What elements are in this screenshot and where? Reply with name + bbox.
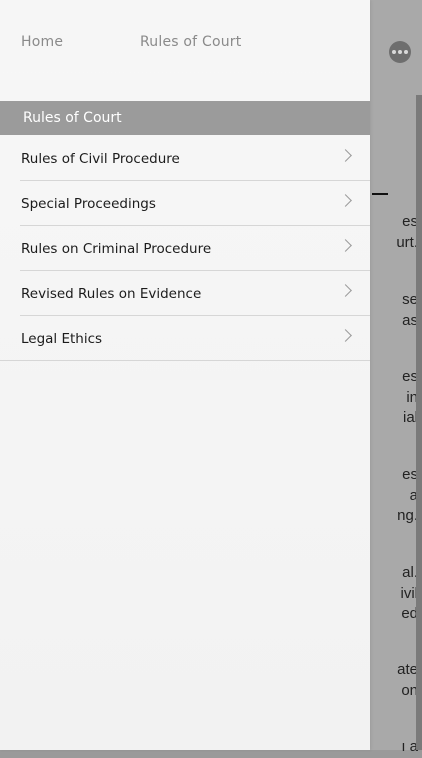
background-text: ı a	[401, 738, 418, 755]
background-scrollbar[interactable]	[416, 95, 422, 750]
background-text: al. ivil ed	[400, 564, 419, 622]
menu-item-label: Rules of Civil Procedure	[21, 151, 180, 167]
menu-item-label: Rules on Criminal Procedure	[21, 241, 212, 257]
nav-home-link[interactable]: Home	[21, 34, 63, 50]
more-dot	[404, 50, 408, 54]
more-horizontal-icon	[392, 50, 396, 54]
chevron-right-icon	[339, 149, 352, 162]
nav-current-link[interactable]: Rules of Court	[140, 34, 241, 50]
background-text: se as	[402, 291, 418, 329]
menu-item-label: Revised Rules on Evidence	[21, 286, 202, 302]
section-title: Rules of Court	[23, 110, 122, 126]
background-divider	[372, 193, 388, 195]
more-options-button[interactable]	[389, 41, 411, 63]
menu-list: Rules of Civil Procedure Special Proceed…	[0, 136, 370, 361]
menu-item-label: Legal Ethics	[21, 331, 103, 347]
drawer-header: Home Rules of Court	[0, 0, 370, 72]
menu-item-label: Special Proceedings	[21, 196, 156, 212]
chevron-right-icon	[339, 239, 352, 252]
menu-item-criminal-procedure[interactable]: Rules on Criminal Procedure	[20, 226, 370, 271]
chevron-right-icon	[339, 194, 352, 207]
chevron-right-icon	[339, 329, 352, 342]
background-text: es a ng.	[397, 466, 418, 524]
section-header: Rules of Court	[0, 101, 370, 135]
menu-item-civil-procedure[interactable]: Rules of Civil Procedure	[20, 136, 370, 181]
side-drawer: Home Rules of Court Rules of Court Rules…	[0, 0, 370, 750]
menu-item-special-proceedings[interactable]: Special Proceedings	[20, 181, 370, 226]
background-text: es urt.	[396, 213, 418, 251]
background-text: es in ial	[402, 368, 418, 426]
more-dot	[398, 50, 402, 54]
menu-item-evidence[interactable]: Revised Rules on Evidence	[20, 271, 370, 316]
menu-item-legal-ethics[interactable]: Legal Ethics	[0, 316, 370, 361]
background-text: ate on	[397, 661, 418, 699]
chevron-right-icon	[339, 284, 352, 297]
